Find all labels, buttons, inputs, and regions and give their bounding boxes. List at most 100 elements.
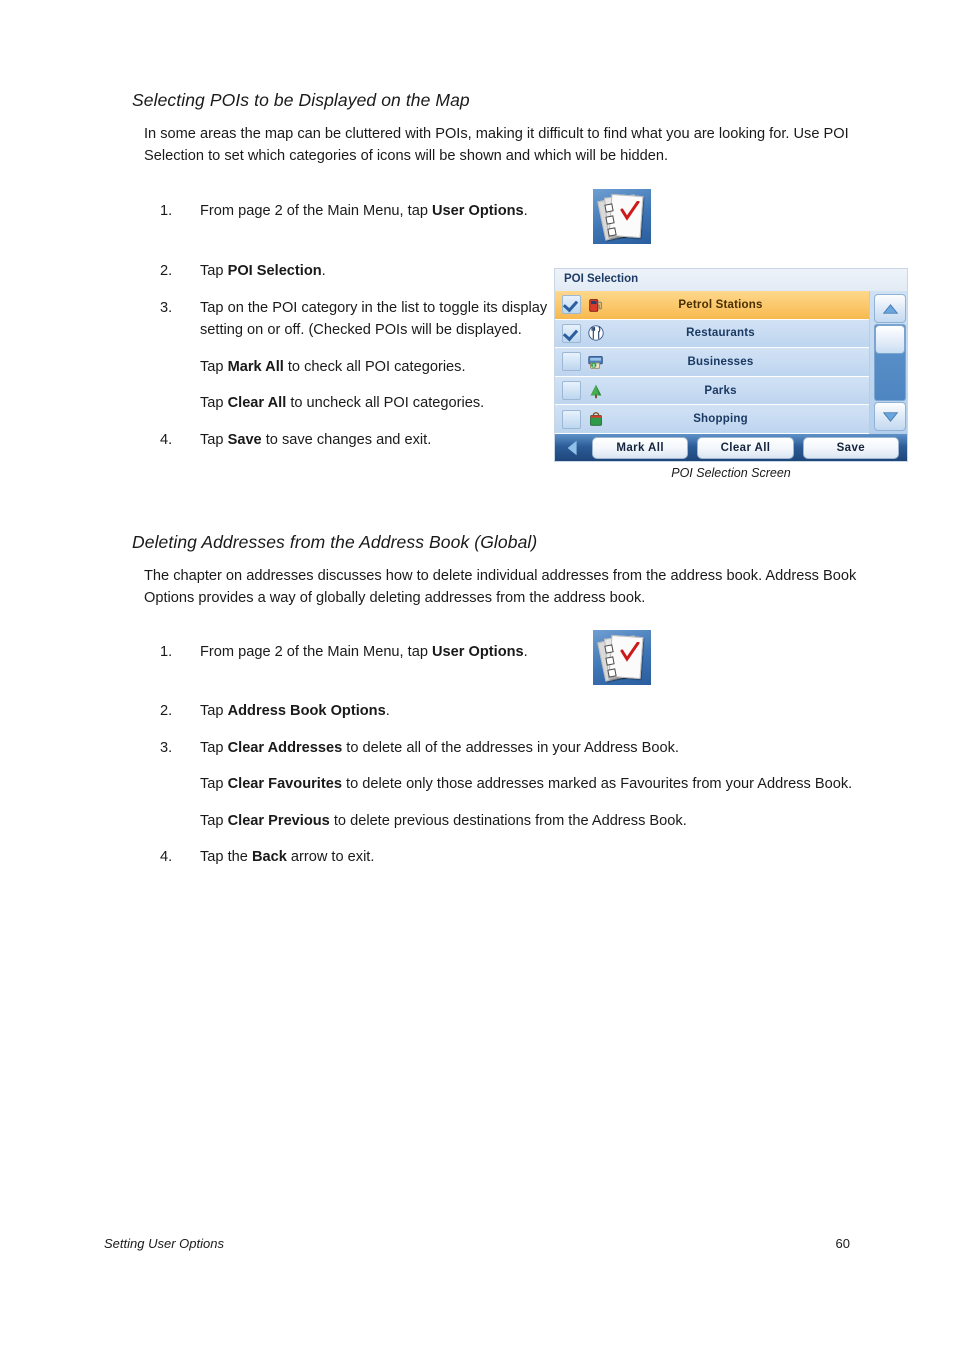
poi-scrollbar[interactable]: [869, 291, 907, 434]
step-text-bold: Address Book Options: [227, 703, 386, 719]
sub-step-clear-all: Tap Clear All to uncheck all POI categor…: [132, 392, 552, 415]
step-text-bold: Clear Addresses: [227, 739, 343, 756]
step-1-address-book: 1. From page 2 of the Main Menu, tap Use…: [132, 641, 910, 664]
scrollbar-thumb[interactable]: [875, 325, 905, 354]
checkbox-glyph: [605, 656, 615, 666]
poi-row-label: Parks: [704, 384, 737, 397]
list-item: 3. Tap on the POI category in the list t…: [132, 297, 552, 342]
poi-row-shopping[interactable]: Shopping: [555, 405, 869, 434]
sub-text-bold: Clear Previous: [227, 812, 330, 829]
mark-all-button[interactable]: Mark All: [592, 437, 689, 459]
shopping-bag-icon: [586, 409, 606, 429]
steps-poi-list: 2. Tap POI Selection. 3. Tap on the POI …: [132, 260, 552, 451]
poi-screen-title: POI Selection: [555, 269, 907, 291]
list-item: 1. From page 2 of the Main Menu, tap Use…: [132, 200, 910, 223]
step-1-poi: 1. From page 2 of the Main Menu, tap Use…: [132, 200, 910, 223]
list-item: 4. Tap the Back arrow to exit.: [132, 846, 910, 869]
step-number: 4.: [160, 431, 173, 448]
poi-checkbox[interactable]: [562, 352, 581, 372]
park-tree-icon: [586, 381, 606, 401]
red-check-icon: [620, 642, 640, 662]
page-footer: Setting User Options 60: [104, 1236, 850, 1251]
poi-row-petrol-stations[interactable]: Petrol Stations: [555, 291, 869, 320]
step-text-post: .: [523, 203, 528, 219]
figure-caption: POI Selection Screen: [671, 466, 791, 480]
document-page: Selecting POIs to be Displayed on the Ma…: [0, 0, 954, 1351]
user-options-checklist-icon: [593, 630, 651, 685]
red-check-icon: [620, 201, 640, 221]
scrollbar-track[interactable]: [874, 324, 906, 401]
step-number: 3.: [160, 299, 173, 316]
step-text-post: to save changes and exit.: [261, 431, 432, 448]
poi-row-label: Petrol Stations: [678, 298, 763, 311]
sub-step-clear-previous: Tap Clear Previous to delete previous de…: [132, 810, 910, 833]
step-text-pre: Tap: [200, 263, 228, 279]
list-item: 4. Tap Save to save changes and exit.: [132, 429, 552, 452]
checkbox-glyph: [604, 644, 614, 654]
step-text-post: .: [523, 644, 528, 660]
step-text: Tap on the POI category in the list to t…: [200, 299, 548, 339]
section-heading: Selecting POIs to be Displayed on the Ma…: [132, 90, 470, 110]
list-item: 2. Tap POI Selection.: [132, 260, 552, 283]
step-text-post: .: [321, 263, 326, 279]
business-icon: $: [586, 352, 606, 372]
sub-text-pre: Tap: [200, 812, 228, 829]
sub-text-pre: Tap: [200, 395, 228, 411]
section-intro-paragraph: In some areas the map can be cluttered w…: [144, 126, 849, 164]
checkbox-glyph: [605, 215, 615, 225]
sub-text-pre: Tap: [200, 358, 228, 375]
sub-step-mark-all: Tap Mark All to check all POI categories…: [132, 356, 552, 379]
scroll-down-arrow-icon[interactable]: [874, 402, 906, 431]
clear-all-button[interactable]: Clear All: [697, 437, 794, 459]
footer-page-number: 60: [835, 1236, 850, 1251]
step-text-pre: Tap: [200, 739, 228, 756]
poi-row-restaurants[interactable]: Restaurants: [555, 319, 869, 349]
poi-checkbox[interactable]: [562, 381, 581, 401]
step-text-bold: Save: [227, 431, 262, 448]
sub-text-post: to check all POI categories.: [283, 358, 466, 375]
poi-row-label: Businesses: [687, 355, 754, 368]
step-text-pre: Tap: [200, 431, 228, 448]
sub-text-bold: Clear Favourites: [227, 776, 342, 792]
sub-text-bold: Mark All: [227, 358, 284, 375]
sub-text-post: to delete previous destinations from the…: [329, 812, 687, 829]
user-options-checklist-icon: [593, 189, 651, 244]
step-number: 2.: [160, 703, 173, 719]
petrol-pump-icon: [586, 295, 606, 315]
section-intro-paragraph: The chapter on addresses discusses how t…: [144, 568, 857, 606]
poi-checkbox[interactable]: [562, 295, 581, 315]
step-number: 2.: [160, 263, 173, 279]
checkbox-glyph: [604, 203, 614, 213]
step-text-pre: From page 2 of the Main Menu, tap: [200, 644, 433, 660]
step-number: 4.: [160, 849, 173, 865]
sub-text-pre: Tap: [200, 776, 228, 792]
step-text-bold: User Options: [432, 203, 524, 219]
step-text-pre: Tap the: [200, 849, 252, 865]
footer-chapter-label: Setting User Options: [104, 1236, 224, 1251]
list-item: 3. Tap Clear Addresses to delete all of …: [132, 737, 910, 760]
poi-row-businesses[interactable]: $ Businesses: [555, 348, 869, 377]
poi-row-label: Restaurants: [686, 327, 755, 340]
poi-row-label: Shopping: [693, 413, 748, 426]
step-number: 1.: [160, 644, 173, 660]
poi-checkbox[interactable]: [562, 323, 581, 343]
checkbox-glyph: [607, 668, 617, 678]
step-text-pre: Tap: [200, 703, 228, 719]
poi-row-parks[interactable]: Parks: [555, 376, 869, 406]
sub-text-post: to delete only those addresses marked as…: [341, 776, 853, 792]
poi-screen-body: Petrol Stations Restaurants $ Businesses…: [555, 291, 907, 434]
poi-category-list: Petrol Stations Restaurants $ Businesses…: [555, 291, 869, 434]
step-text-bold: Back: [251, 849, 287, 865]
step-text-post: arrow to exit.: [286, 849, 375, 865]
back-arrow-icon[interactable]: [563, 438, 583, 458]
step-number: 1.: [160, 203, 173, 219]
sub-text-bold: Clear All: [227, 395, 287, 411]
list-item: 1. From page 2 of the Main Menu, tap Use…: [132, 641, 910, 664]
step-text-post: .: [385, 703, 390, 719]
step-text-bold: POI Selection: [227, 263, 322, 279]
poi-checkbox[interactable]: [562, 409, 581, 429]
scroll-up-arrow-icon[interactable]: [874, 294, 906, 323]
save-button[interactable]: Save: [802, 437, 899, 459]
section-heading: Deleting Addresses from the Address Book…: [132, 532, 538, 552]
step-number: 3.: [160, 739, 173, 756]
